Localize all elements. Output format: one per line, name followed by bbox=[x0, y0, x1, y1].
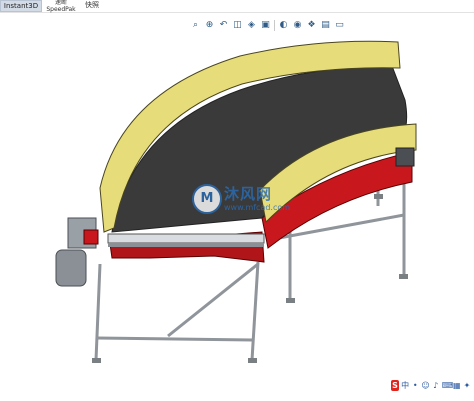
site-watermark: M 沐风网 www.mfcad.com bbox=[192, 184, 290, 214]
ime-emoji-icon[interactable]: ☺ bbox=[421, 380, 429, 391]
watermark-logo: M bbox=[192, 184, 222, 214]
ime-keyboard-icon[interactable]: ⌨ bbox=[442, 380, 454, 391]
watermark-url: www.mfcad.com bbox=[224, 202, 291, 212]
end-roller bbox=[107, 233, 265, 247]
ime-skin-icon[interactable]: ✦ bbox=[463, 380, 471, 391]
watermark-brand: 沐风网 bbox=[224, 184, 273, 203]
ime-menu-icon[interactable]: ▦ bbox=[453, 380, 461, 391]
drive-motor bbox=[55, 217, 99, 287]
ime-punctuation-icon[interactable]: • bbox=[411, 380, 419, 391]
ime-logo-icon[interactable]: S bbox=[391, 379, 400, 391]
ime-mode-item[interactable]: 中 bbox=[401, 380, 409, 391]
ime-status-bar: S 中 • ☺ ♪ ⌨ ▦ ✦ bbox=[391, 378, 471, 392]
bearing-block bbox=[395, 147, 415, 167]
ime-voice-icon[interactable]: ♪ bbox=[432, 380, 440, 391]
